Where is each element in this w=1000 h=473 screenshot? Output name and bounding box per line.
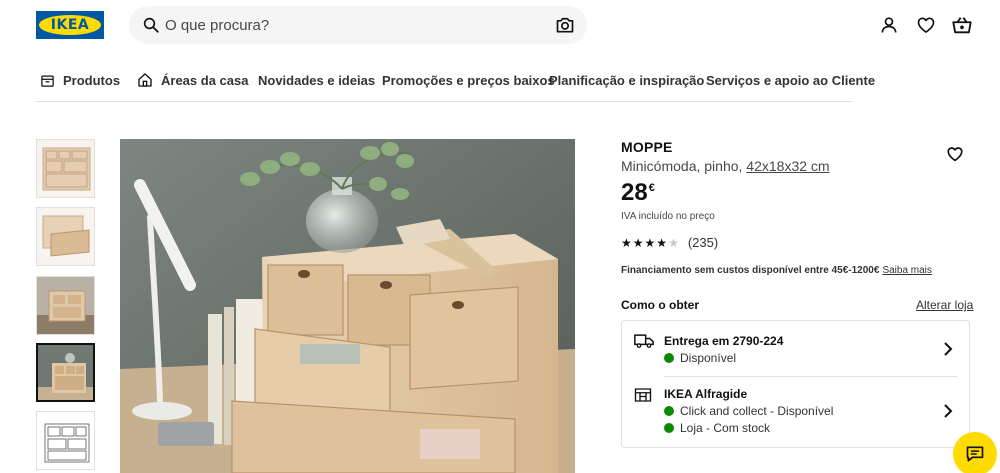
home-icon [138,73,152,87]
review-count: (235) [687,235,719,250]
delivery-status-text: Disponível [680,351,737,365]
nav-label: Novidades e ideias [258,72,376,88]
nav-item-planificacao[interactable]: Planificação e inspiração [549,60,704,100]
nav-label: Planificação e inspiração [549,72,705,88]
vat-note: IVA incluído no preço [621,211,715,222]
star-icon: ★ [632,235,644,250]
description-text: Minicómoda, pinho, [621,158,743,174]
search-bar[interactable] [129,6,587,44]
nav-label: Promoções e preços baixos [382,72,555,88]
in-store-text: Loja - Com stock [680,421,771,435]
nav-item-servicos[interactable]: Serviços e apoio ao Cliente [706,60,875,100]
thumbnail-1[interactable] [36,139,95,198]
how-to-get-title: Como o obter [621,298,699,312]
search-input[interactable] [165,6,545,44]
thumbnail-4[interactable] [36,343,95,402]
star-icon: ★ [668,235,679,250]
rating-stars: ★ ★ ★ ★ ★ [621,237,680,249]
financing-text: Financiamento sem custos disponível entr… [621,265,880,276]
delivery-row[interactable]: Entrega em 2790-224 Disponível [622,321,969,376]
thumbnail-2[interactable] [36,207,95,266]
chevron-right-icon [944,404,953,418]
price-currency: € [648,182,655,194]
thumbnail-3[interactable] [36,276,95,335]
logo-text: IKEA [50,17,90,33]
nav-label: Produtos [63,72,121,88]
chat-button[interactable] [953,432,997,473]
heart-icon [947,147,963,162]
chevron-right-icon [944,342,953,356]
click-collect-text: Click and collect - Disponível [680,404,834,418]
box-icon [41,75,54,87]
store-row[interactable]: IKEA Alfragide Click and collect - Dispo… [622,377,969,447]
ikea-logo[interactable]: IKEA [36,11,104,39]
heart-icon[interactable] [914,13,938,37]
product-rating[interactable]: ★ ★ ★ ★ ★ (235) [621,235,718,250]
delivery-status: Disponível [664,351,736,365]
nav-item-produtos[interactable]: Produtos [40,60,120,100]
saiba-mais-link[interactable]: Saiba mais [882,265,931,276]
truck-icon [634,334,654,348]
nav-item-promocoes[interactable]: Promoções e preços baixos [382,60,555,100]
click-collect-status: Click and collect - Disponível [664,404,833,418]
product-main-image[interactable] [120,139,575,473]
nav-item-areas[interactable]: Áreas da casa [137,60,248,100]
store-icon [634,388,652,402]
status-dot [664,406,674,416]
status-dot [664,423,674,433]
nav-label: Serviços e apoio ao Cliente [706,72,876,88]
search-icon[interactable] [142,16,160,34]
product-name: MOPPE [621,139,673,155]
star-icon: ★ [656,235,668,250]
star-icon: ★ [621,235,632,250]
star-icon: ★ [644,235,656,250]
status-dot [664,353,674,363]
dimensions-link[interactable]: 42x18x32 cm [746,158,829,174]
camera-icon[interactable] [555,15,575,35]
main-navigation: Produtos Áreas da casa Novidades e ideia… [36,60,875,102]
delivery-title: Entrega em 2790-224 [664,334,784,348]
product-price: 28 € [621,179,655,207]
product-description: Minicómoda, pinho, 42x18x32 cm [621,158,830,174]
user-icon[interactable] [877,13,901,37]
nav-item-novidades[interactable]: Novidades e ideias [258,60,375,100]
store-title: IKEA Alfragide [664,387,748,401]
in-store-status: Loja - Com stock [664,421,770,435]
add-to-favorites-button[interactable] [946,145,966,165]
chat-icon [966,446,984,462]
financing-info: Financiamento sem custos disponível entr… [621,265,932,276]
change-store-link[interactable]: Alterar loja [916,298,973,312]
availability-card: Entrega em 2790-224 Disponível IKEA Alfr… [621,320,970,448]
nav-label: Áreas da casa [161,72,249,88]
cart-icon[interactable] [950,13,974,37]
price-value: 28 [621,179,648,206]
thumbnail-5[interactable] [36,411,95,470]
